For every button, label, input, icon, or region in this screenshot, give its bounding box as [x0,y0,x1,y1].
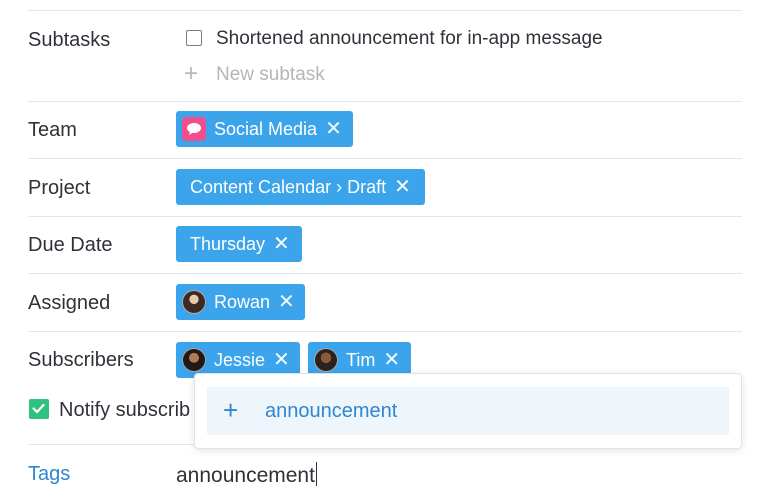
plus-icon: + [223,395,239,425]
avatar [182,290,206,314]
due-date-chip[interactable]: Thursday ✕ [176,226,302,262]
team-chip[interactable]: Social Media ✕ [176,111,353,147]
close-icon[interactable]: ✕ [383,350,400,370]
create-tag-option[interactable]: + announcement [207,387,729,435]
tag-suggestion-dropdown: + announcement [194,373,742,449]
team-chip-label: Social Media [214,118,318,139]
close-icon[interactable]: ✕ [273,350,290,370]
team-label: Team [28,119,77,141]
close-icon[interactable]: ✕ [394,177,411,197]
tags-input[interactable]: announcement [176,462,318,488]
project-chip-label: Content Calendar › Draft [190,176,387,197]
subscriber-chip-label: Jessie [214,349,266,370]
close-icon[interactable]: ✕ [325,119,342,139]
subtasks-label: Subtasks [28,29,111,51]
avatar [314,348,338,372]
notify-label[interactable]: Notify subscrib [59,398,190,422]
create-tag-option-label: announcement [265,400,398,422]
due-date-chip-label: Thursday [190,233,266,254]
project-label: Project [28,177,91,199]
subtask-item[interactable]: Shortened announcement for in-app messag… [216,28,603,50]
plus-icon[interactable]: + [184,62,198,86]
assigned-chip-label: Rowan [214,291,271,312]
avatar [182,348,206,372]
assigned-label: Assigned [28,292,111,314]
tags-label: Tags [28,463,71,485]
divider-top [28,10,742,11]
subscriber-chip-label: Tim [346,349,376,370]
assigned-chip[interactable]: Rowan ✕ [176,284,305,320]
divider [28,216,742,217]
close-icon[interactable]: ✕ [273,234,290,254]
text-caret [315,462,318,486]
chat-bubble-icon [182,117,206,141]
divider [28,331,742,332]
subscribers-label: Subscribers [28,349,134,371]
new-subtask-input[interactable]: New subtask [216,64,325,86]
subtask-checkbox[interactable] [186,30,202,46]
check-icon [32,403,45,414]
project-chip[interactable]: Content Calendar › Draft ✕ [176,169,425,205]
close-icon[interactable]: ✕ [278,292,295,312]
tags-input-value: announcement [176,464,315,487]
divider [28,273,742,274]
divider [28,158,742,159]
divider [28,101,742,102]
due-date-label: Due Date [28,234,113,256]
notify-checkbox[interactable] [29,399,49,419]
